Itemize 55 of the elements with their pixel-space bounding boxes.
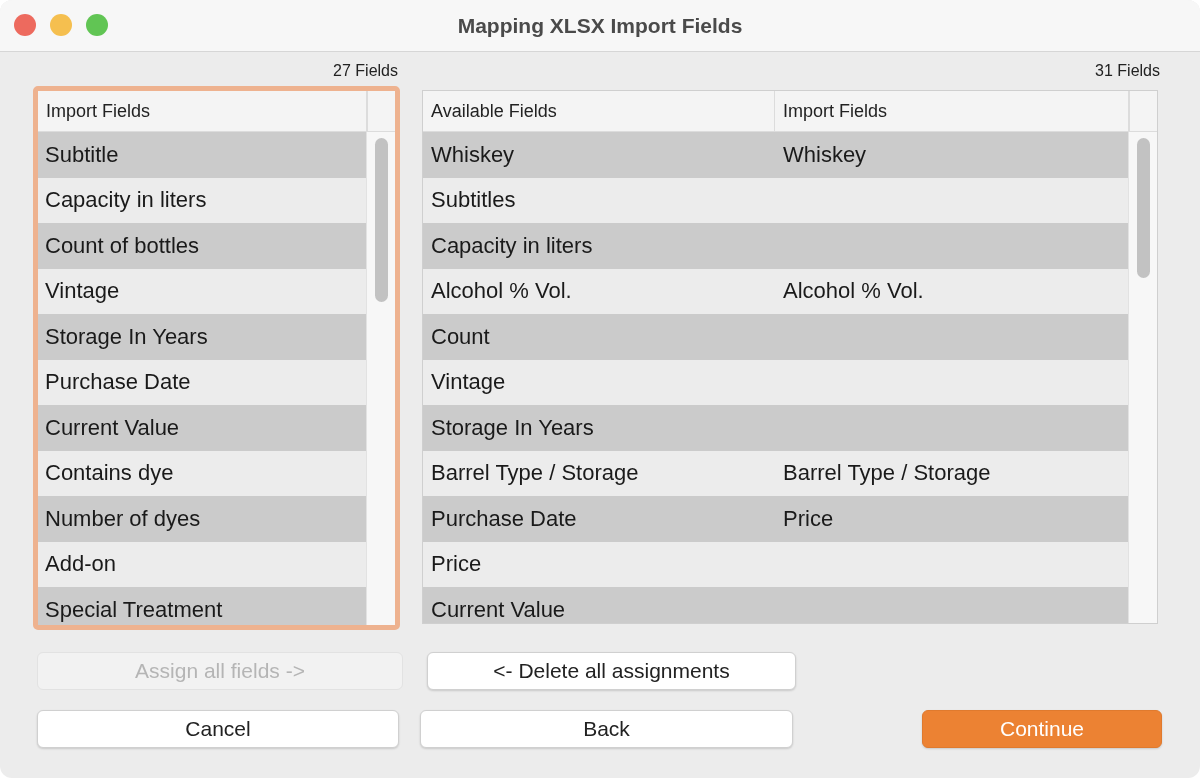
table-row[interactable]: Subtitles <box>423 177 1128 223</box>
table-cell-text: Subtitles <box>430 187 517 214</box>
import-fields-list[interactable]: Import Fields Subtitle Capacity in liters Count of bottles Vintage Storage In Years Purchase Date Current Value Contains dye Number of dyes Add-on Special Treatment <box>33 86 400 630</box>
table-row[interactable]: Whiskey Whiskey <box>423 132 1128 178</box>
dialog-button[interactable]: Back <box>420 710 793 748</box>
close-icon[interactable] <box>14 14 36 36</box>
table-cell-text: Barrel Type / Storage <box>430 460 640 487</box>
table-row[interactable]: Vintage <box>38 268 366 314</box>
scrollbar-thumb[interactable] <box>374 138 388 302</box>
table-row[interactable]: Price <box>423 541 1128 587</box>
table-cell-text: Purchase Date <box>430 505 578 532</box>
table-cell-text: Barrel Type / Storage <box>782 460 992 487</box>
scrollbar[interactable] <box>1128 132 1157 623</box>
window-title: Mapping XLSX Import Fields <box>457 13 743 38</box>
table-row[interactable]: Capacity in liters <box>38 177 366 223</box>
table-row[interactable]: Current Value <box>38 405 366 451</box>
table-cell-text: Vintage <box>430 369 507 396</box>
table-row[interactable]: Barrel Type / Storage Barrel Type / Storage <box>423 450 1128 496</box>
minimize-icon[interactable] <box>50 14 72 36</box>
field-mapping-table[interactable] <box>422 90 1158 624</box>
table-row[interactable]: Number of dyes <box>38 496 366 542</box>
table-row[interactable]: Contains dye <box>38 450 366 496</box>
scrollbar-thumb[interactable] <box>1136 138 1150 278</box>
table-row[interactable]: Purchase Date Price <box>423 496 1128 542</box>
table-cell-text: Alcohol % Vol. <box>430 278 573 305</box>
table-row[interactable]: Add-on <box>38 541 366 587</box>
column-header[interactable]: Import Fields <box>38 91 367 131</box>
dialog-button[interactable]: Cancel <box>37 710 399 748</box>
scrollbar[interactable] <box>366 132 395 625</box>
table-cell-text: Whiskey <box>430 141 516 168</box>
zoom-icon[interactable] <box>86 14 108 36</box>
table-row[interactable]: Alcohol % Vol. Alcohol % Vol. <box>423 268 1128 314</box>
table-cell-text: Current Value <box>430 596 567 623</box>
column-header[interactable]: Import Fields <box>775 91 1129 131</box>
table-row[interactable]: Count <box>423 314 1128 360</box>
table-row[interactable]: Vintage <box>423 359 1128 405</box>
table-row[interactable]: Count of bottles <box>38 223 366 269</box>
column-header[interactable]: Available Fields <box>423 91 775 131</box>
table-cell-text: Count <box>430 323 491 350</box>
table-cell-text: Storage In Years <box>430 414 595 441</box>
table-row[interactable]: Capacity in liters <box>423 223 1128 269</box>
table-cell-text: Price <box>430 551 483 578</box>
table-row[interactable]: Storage In Years <box>38 314 366 360</box>
table-row[interactable]: Subtitle <box>38 132 366 178</box>
table-cell-text: Whiskey <box>782 141 868 168</box>
table-row[interactable]: Special Treatment <box>38 587 366 625</box>
assign-button[interactable]: <- Delete all assignments <box>427 652 796 690</box>
table-row[interactable]: Storage In Years <box>423 405 1128 451</box>
table-cell-text: Capacity in liters <box>430 232 594 259</box>
table-cell-text: Alcohol % Vol. <box>782 278 925 305</box>
field-count: 27 Fields <box>333 61 398 81</box>
table-row[interactable]: Purchase Date <box>38 359 366 405</box>
table-row[interactable]: Current Value <box>423 587 1128 623</box>
table-cell-text: Price <box>782 505 835 532</box>
field-count: 31 Fields <box>1095 61 1160 81</box>
